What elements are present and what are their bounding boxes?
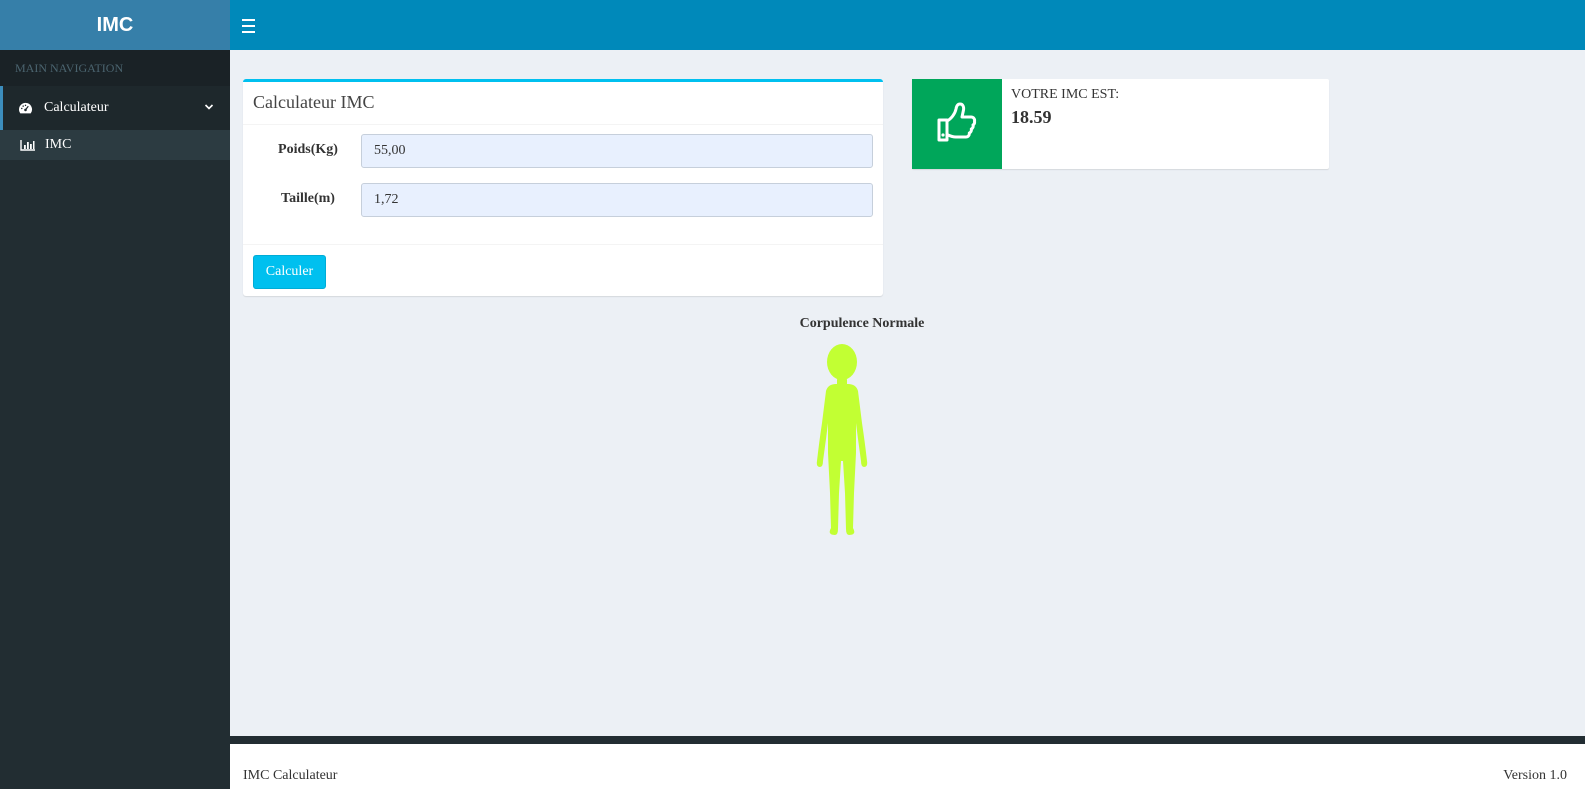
bar-chart-icon	[20, 139, 38, 151]
result-label: VOTRE IMC EST:	[1011, 87, 1120, 102]
weight-row: Poids(Kg)	[243, 134, 883, 168]
height-label: Taille(m)	[281, 191, 335, 206]
thumbs-up-icon	[936, 100, 978, 149]
footer-app-name: IMC Calculateur	[243, 768, 338, 783]
top-navbar	[230, 0, 1585, 50]
sidebar-item-calculateur[interactable]: Calculateur	[0, 86, 230, 130]
body-silhouette	[812, 343, 872, 538]
sidebar-header: MAIN NAVIGATION	[0, 50, 230, 86]
box-title: Calculateur IMC	[243, 82, 883, 125]
corpulence-label: Corpulence Normale	[799, 316, 925, 331]
app-logo[interactable]: IMC	[0, 0, 230, 50]
dashboard-icon	[18, 102, 36, 115]
sidebar-subitem-label: IMC	[45, 137, 72, 152]
box-footer: Calculer	[243, 244, 883, 299]
weight-label: Poids(Kg)	[278, 142, 338, 157]
chevron-down-icon	[204, 101, 214, 117]
sidebar: IMC MAIN NAVIGATION Calculateur IMC	[0, 0, 230, 789]
result-icon-container	[912, 79, 1002, 169]
height-row: Taille(m)	[243, 183, 883, 217]
height-input[interactable]	[361, 183, 873, 217]
calculate-button[interactable]: Calculer	[253, 255, 326, 289]
sidebar-item-label: Calculateur	[44, 100, 109, 115]
result-value: 18.59	[1011, 107, 1052, 127]
weight-input[interactable]	[361, 134, 873, 168]
sidebar-item-imc[interactable]: IMC	[0, 130, 230, 160]
calculator-box: Calculateur IMC Poids(Kg) Taille(m) Calc…	[243, 79, 883, 296]
result-info-box: VOTRE IMC EST: 18.59	[912, 79, 1329, 169]
menu-toggle-icon[interactable]	[242, 15, 258, 35]
footer-version: Version 1.0	[1503, 768, 1567, 783]
page-footer: IMC Calculateur Version 1.0	[230, 736, 1585, 789]
